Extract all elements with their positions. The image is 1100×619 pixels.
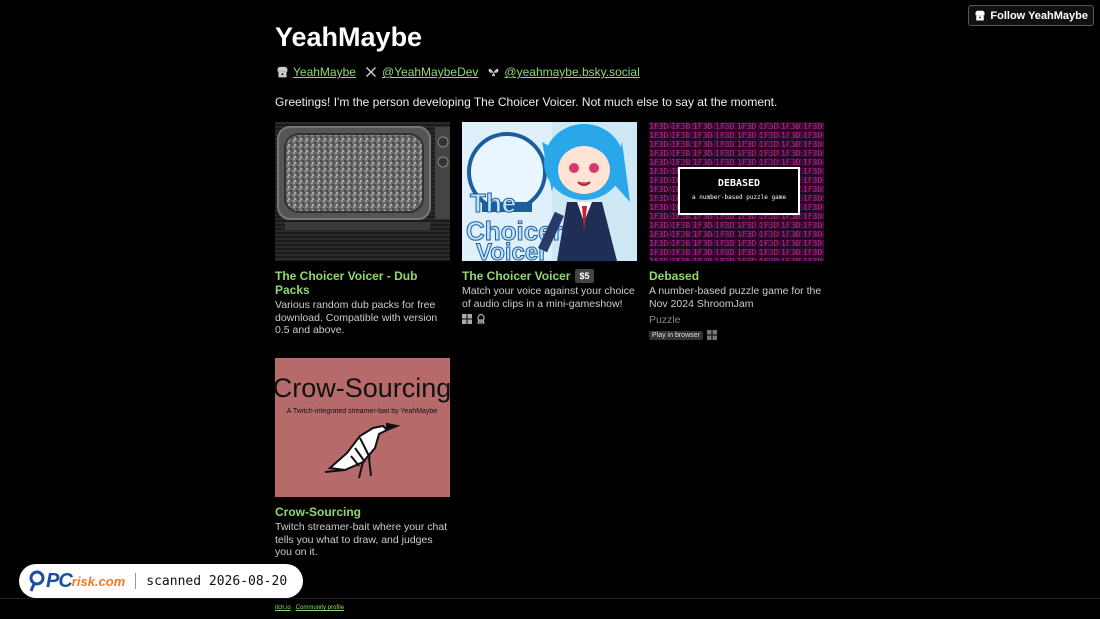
pcrisk-logo: PC risk.com [28, 570, 125, 593]
game-title[interactable]: The Choicer Voicer - Dub Packs [275, 269, 451, 297]
pcrisk-logo-risk: risk.com [71, 573, 126, 589]
game-title[interactable]: Debased [649, 269, 699, 283]
game-description: Various random dub packs for free downlo… [275, 299, 438, 336]
game-card-crow-sourcing[interactable]: Crow-Sourcing A Twitch-integrated stream… [275, 358, 451, 559]
game-description: Twitch streamer-bait where your chat tel… [275, 521, 448, 558]
itchio-link[interactable]: YeahMaybe [293, 65, 356, 79]
itchio-icon [975, 10, 985, 20]
follow-button-label: Follow YeahMaybe [990, 9, 1088, 22]
linux-icon [477, 314, 485, 324]
profile-links: YeahMaybe @YeahMaybeDev @yeahmaybe.bsky.… [275, 65, 640, 79]
game-description: A number-based puzzle game for the Nov 2… [649, 285, 822, 310]
pcrisk-logo-pc: PC [46, 569, 73, 592]
platform-list [462, 314, 638, 324]
pcrisk-watermark: PC risk.com scanned 2026-08-20 [19, 564, 303, 598]
footer: itch.io Community profile [275, 605, 344, 611]
crow-thumb-title: Crow-Sourcing [275, 373, 450, 403]
game-title[interactable]: The Choicer Voicer [462, 269, 570, 283]
page-title: YeahMaybe [275, 22, 423, 52]
game-description: Match your voice against your choice of … [462, 285, 635, 310]
game-thumbnail-crow-sourcing[interactable]: Crow-Sourcing A Twitch-integrated stream… [275, 358, 450, 497]
bluesky-link[interactable]: @yeahmaybe.bsky.social [504, 65, 639, 79]
scan-date: scanned 2026-08-20 [146, 573, 288, 589]
game-thumbnail-debased[interactable]: 1F3D A5E DEBASED a number-based puzzle g… [649, 122, 824, 261]
footer-community-link[interactable]: Community profile [296, 605, 344, 611]
game-genre: Puzzle [649, 314, 681, 326]
x-link[interactable]: @YeahMaybeDev [382, 65, 478, 79]
footer-itchio-link[interactable]: itch.io [275, 605, 291, 611]
follow-button[interactable]: Follow YeahMaybe [968, 5, 1094, 26]
svg-text:Voicer: Voicer [476, 239, 548, 261]
windows-icon [462, 314, 472, 324]
magnifier-icon [29, 570, 45, 592]
game-card-choicer-voicer[interactable]: The Choicer Voicer The Choicer Voicer $5… [462, 122, 638, 324]
svg-text:The: The [470, 188, 516, 218]
crow-thumb-subtitle: A Twitch-integrated streamer-bait by Yea… [287, 408, 438, 415]
watermark-separator [135, 573, 137, 589]
game-card-debased[interactable]: 1F3D A5E DEBASED a number-based puzzle g… [649, 122, 825, 340]
play-in-browser-badge: Play in browser [649, 330, 703, 340]
platform-list: Play in browser [649, 330, 825, 340]
bluesky-icon [486, 65, 500, 79]
debased-thumb-subtitle: a number-based puzzle game [692, 194, 786, 201]
x-icon [364, 65, 378, 79]
profile-bio: Greetings! I'm the person developing The… [275, 95, 778, 109]
price-badge: $5 [575, 269, 594, 283]
game-card-dub-packs[interactable]: The Choicer Voicer - Dub Packs Various r… [275, 122, 451, 337]
game-title[interactable]: Crow-Sourcing [275, 505, 361, 519]
debased-thumb-title: DEBASED [718, 178, 760, 189]
game-thumbnail-dub-packs[interactable] [275, 122, 450, 261]
itchio-icon [275, 65, 289, 79]
game-thumbnail-choicer-voicer[interactable]: The Choicer Voicer [462, 122, 637, 261]
windows-icon [706, 330, 717, 340]
footer-divider [0, 598, 1100, 599]
